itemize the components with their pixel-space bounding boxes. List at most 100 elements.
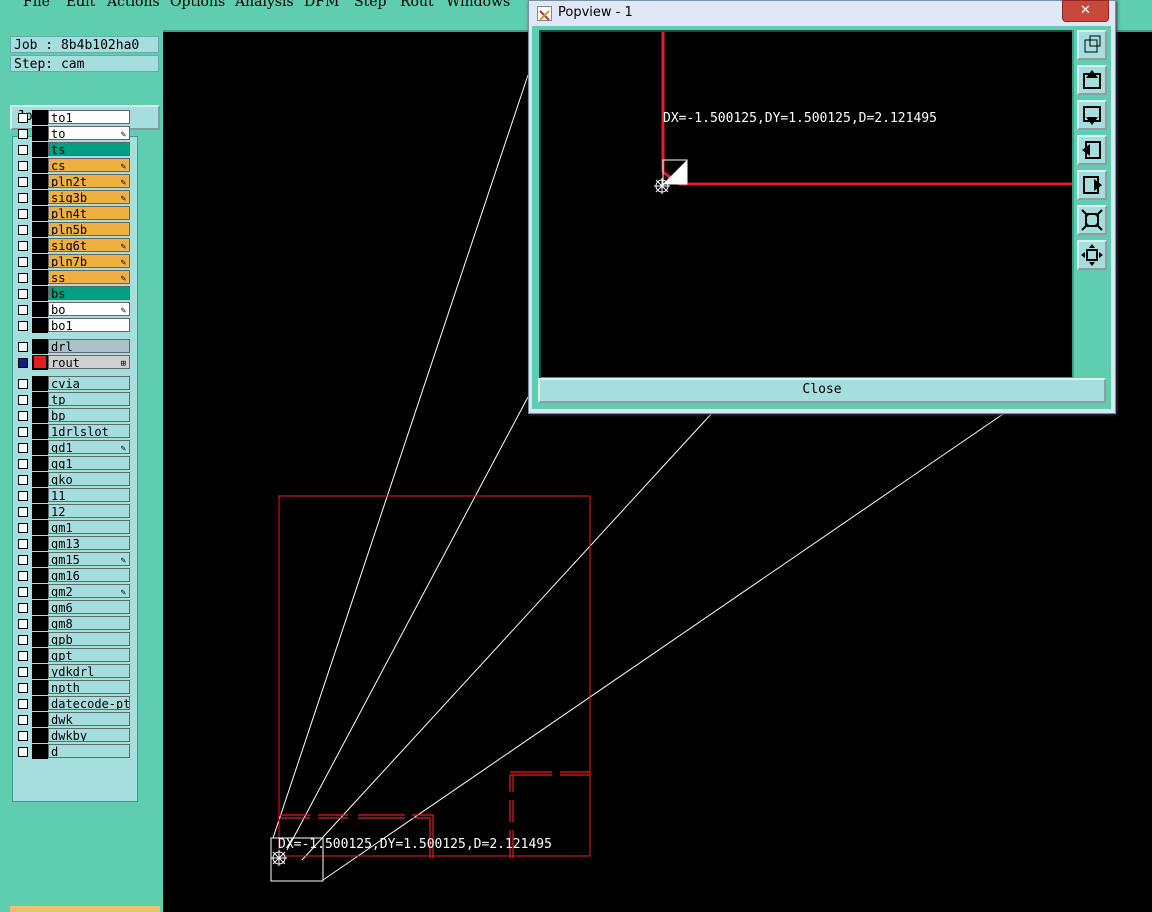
layer-name[interactable]: pln2t ✎ <box>48 174 130 188</box>
layer-row-drl[interactable]: drl <box>15 339 133 354</box>
layer-row-1drlslot[interactable]: 1drlslot <box>15 424 133 439</box>
layer-affected-indicator[interactable] <box>32 744 48 759</box>
layer-name[interactable]: cs ✎ <box>48 158 130 172</box>
layer-name[interactable]: to ✎ <box>48 126 130 140</box>
menu-step[interactable]: Step <box>354 0 386 10</box>
layer-affected-indicator[interactable] <box>32 456 48 471</box>
layer-checkbox[interactable] <box>18 129 28 139</box>
layer-checkbox[interactable] <box>18 459 28 469</box>
layer-name[interactable]: gm8 <box>48 616 130 630</box>
layer-affected-indicator[interactable] <box>32 142 48 157</box>
layer-affected-indicator[interactable] <box>32 408 48 423</box>
layer-checkbox[interactable] <box>18 161 28 171</box>
layer-checkbox[interactable] <box>18 427 28 437</box>
layer-row-gpt[interactable]: gpt <box>15 648 133 663</box>
zoom-window-icon[interactable] <box>1077 30 1107 60</box>
layer-row-cvia[interactable]: cvia <box>15 376 133 391</box>
layer-name[interactable]: ts <box>48 142 130 156</box>
pan-right-icon[interactable] <box>1077 170 1107 200</box>
layer-row-pln7b[interactable]: pln7b ✎ <box>15 254 133 269</box>
layer-checkbox[interactable] <box>18 145 28 155</box>
layer-row-cs[interactable]: cs ✎ <box>15 158 133 173</box>
layer-checkbox[interactable] <box>18 321 28 331</box>
zoom-in-icon[interactable] <box>1077 205 1107 235</box>
layer-affected-indicator[interactable] <box>32 504 48 519</box>
window-close-button[interactable]: ✕ <box>1062 0 1109 22</box>
layer-name[interactable]: ydkdrl <box>48 664 130 678</box>
layer-name[interactable]: datecode-pte <box>48 696 130 710</box>
layer-checkbox[interactable] <box>18 193 28 203</box>
layer-name[interactable]: gm6 <box>48 600 130 614</box>
layer-checkbox[interactable] <box>18 177 28 187</box>
layer-name[interactable]: 11 <box>48 488 130 502</box>
menu-rout[interactable]: Rout <box>400 0 434 10</box>
layer-name[interactable]: to1 <box>48 110 130 124</box>
layer-checkbox[interactable] <box>18 635 28 645</box>
layer-row-bo1[interactable]: bo1 <box>15 318 133 333</box>
layer-affected-indicator[interactable] <box>32 355 48 370</box>
layer-affected-indicator[interactable] <box>32 440 48 455</box>
layer-row-gd1[interactable]: gd1 ✎ <box>15 440 133 455</box>
layer-checkbox[interactable] <box>18 619 28 629</box>
layer-checkbox[interactable] <box>18 395 28 405</box>
layer-row-gm6[interactable]: gm6 <box>15 600 133 615</box>
layer-name[interactable]: sig6t ✎ <box>48 238 130 252</box>
layer-checkbox[interactable] <box>18 731 28 741</box>
layer-affected-indicator[interactable] <box>32 222 48 237</box>
layer-row-sig3b[interactable]: sig3b ✎ <box>15 190 133 205</box>
layer-name[interactable]: gm13 <box>48 536 130 550</box>
menu-options[interactable]: Options <box>170 0 225 10</box>
layer-checkbox[interactable] <box>18 571 28 581</box>
layer-row-pln5b[interactable]: pln5b <box>15 222 133 237</box>
layer-checkbox[interactable] <box>18 491 28 501</box>
layer-name[interactable]: gm1 <box>48 520 130 534</box>
layer-name[interactable]: gm2 ✎ <box>48 584 130 598</box>
layer-row-dwk[interactable]: dwk <box>15 712 133 727</box>
layer-name[interactable]: bs <box>48 286 130 300</box>
layer-row-gm2[interactable]: gm2 ✎ <box>15 584 133 599</box>
layer-name[interactable]: gpt <box>48 648 130 662</box>
layer-checkbox[interactable] <box>18 747 28 757</box>
layer-affected-indicator[interactable] <box>32 190 48 205</box>
layer-row-tp[interactable]: tp <box>15 392 133 407</box>
menu-windows[interactable]: Windows <box>446 0 510 10</box>
layer-name[interactable]: sig3b ✎ <box>48 190 130 204</box>
layer-affected-indicator[interactable] <box>32 712 48 727</box>
layer-checkbox[interactable] <box>18 715 28 725</box>
layer-name[interactable]: gg1 <box>48 456 130 470</box>
popview-titlebar[interactable]: Popview - 1 ✕ <box>529 0 1115 25</box>
layer-affected-indicator[interactable] <box>32 424 48 439</box>
layer-row-gm1[interactable]: gm1 <box>15 520 133 535</box>
layer-name[interactable]: gm15 ✎ <box>48 552 130 566</box>
layer-checkbox[interactable] <box>18 651 28 661</box>
layer-affected-indicator[interactable] <box>32 664 48 679</box>
layer-name[interactable]: ss ✎ <box>48 270 130 284</box>
layer-name[interactable]: d <box>48 744 130 758</box>
layer-checkbox[interactable] <box>18 699 28 709</box>
layer-name[interactable]: gd1 ✎ <box>48 440 130 454</box>
layer-affected-indicator[interactable] <box>32 600 48 615</box>
layer-row-bp[interactable]: bp <box>15 408 133 423</box>
layer-name[interactable]: npth <box>48 680 130 694</box>
layer-affected-indicator[interactable] <box>32 206 48 221</box>
layer-row-gm15[interactable]: gm15 ✎ <box>15 552 133 567</box>
layer-affected-indicator[interactable] <box>32 696 48 711</box>
layer-affected-indicator[interactable] <box>32 536 48 551</box>
layer-affected-indicator[interactable] <box>32 174 48 189</box>
layer-row-bs[interactable]: bs <box>15 286 133 301</box>
layer-name[interactable]: bp <box>48 408 130 422</box>
menu-analysis[interactable]: Analysis <box>235 0 294 10</box>
layer-checkbox[interactable] <box>18 443 28 453</box>
layer-checkbox[interactable] <box>18 358 28 368</box>
layer-name[interactable]: 1drlslot <box>48 424 130 438</box>
layer-affected-indicator[interactable] <box>32 286 48 301</box>
pan-down-icon[interactable] <box>1077 100 1107 130</box>
layer-row-to[interactable]: to ✎ <box>15 126 133 141</box>
layer-row-datecode-pte[interactable]: datecode-pte <box>15 696 133 711</box>
layer-checkbox[interactable] <box>18 587 28 597</box>
layer-affected-indicator[interactable] <box>32 126 48 141</box>
layer-affected-indicator[interactable] <box>32 488 48 503</box>
layer-checkbox[interactable] <box>18 523 28 533</box>
layer-name[interactable]: gpb <box>48 632 130 646</box>
layer-affected-indicator[interactable] <box>32 376 48 391</box>
